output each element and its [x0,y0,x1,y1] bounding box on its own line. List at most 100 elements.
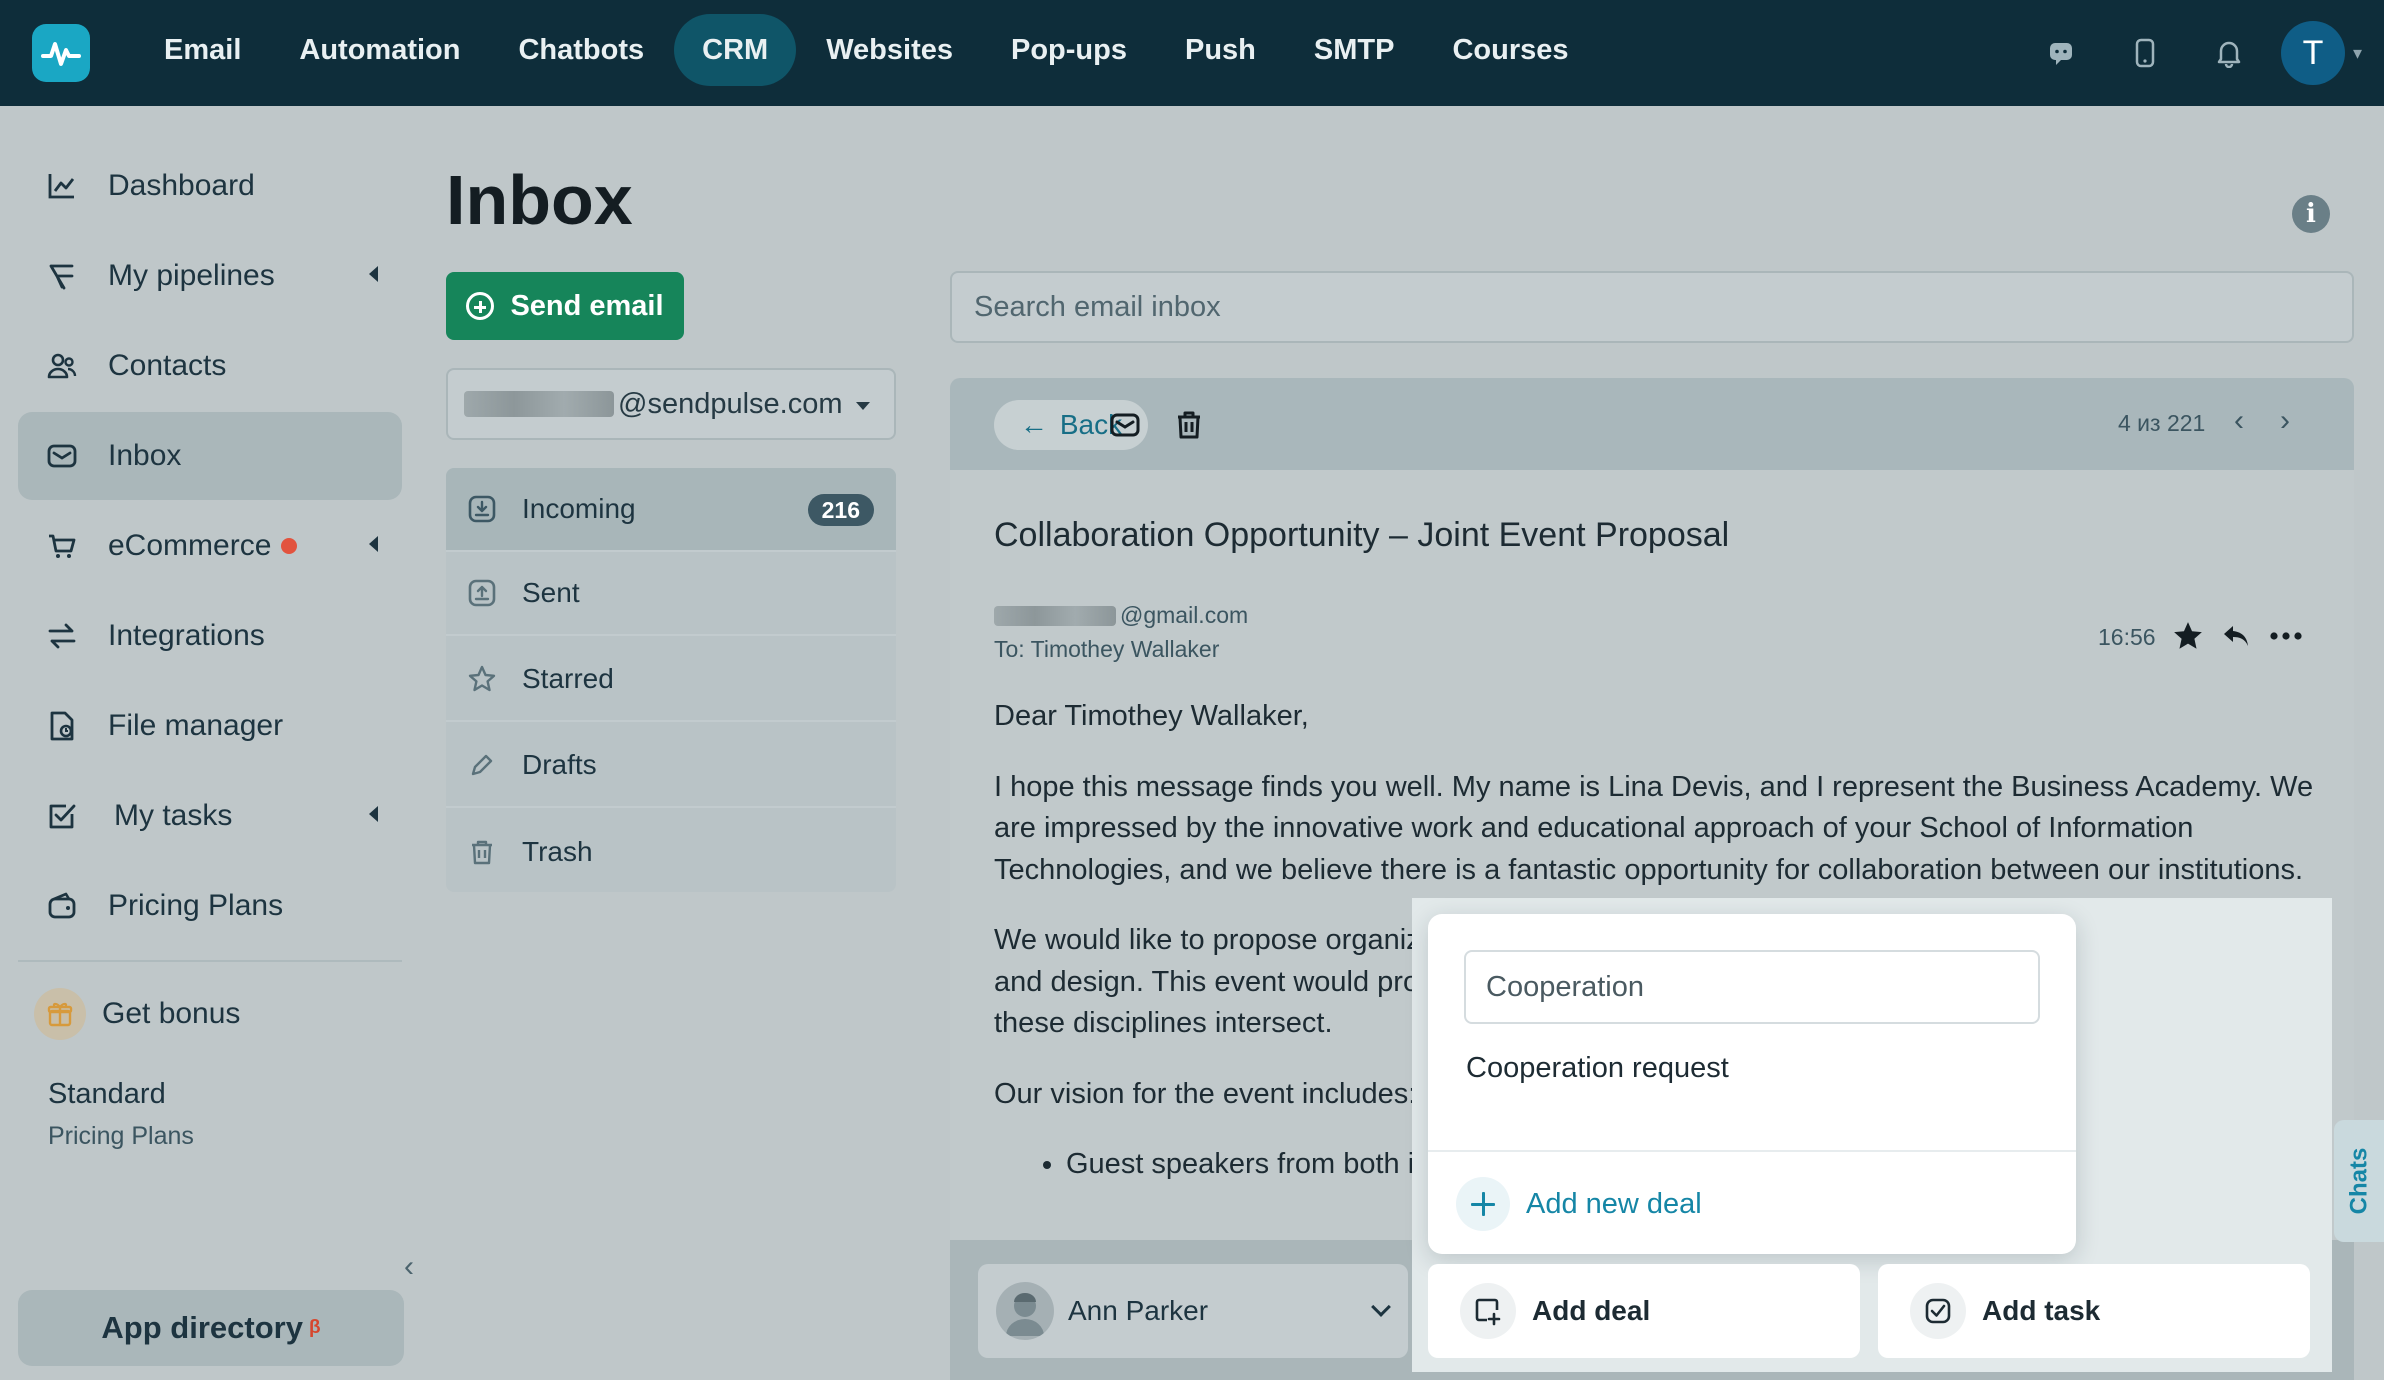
mark-unread-envelope-icon[interactable] [1108,408,1142,442]
chats-label: Chats [2345,1147,2372,1215]
caret-down-icon [856,402,870,410]
sidebar-item-my-pipelines[interactable]: My pipelines [18,232,402,320]
pipeline-icon [44,258,80,294]
sidebar-divider [18,960,402,962]
caret-left-icon [369,266,378,282]
search-input[interactable]: Search email inbox [950,271,2354,343]
gift-icon [34,988,86,1040]
add-task-label: Add task [1982,1295,2101,1326]
star-icon [466,663,498,695]
info-icon[interactable]: i [2292,195,2330,233]
main-nav: Email Automation Chatbots CRM Websites P… [136,14,1599,86]
nav-courses[interactable]: Courses [1424,14,1596,86]
email-time: 16:56 [2098,624,2156,650]
sidebar-item-label: Dashboard [108,169,255,202]
next-chevron-icon[interactable]: › [2280,404,2290,438]
chat-bubble-icon[interactable] [2019,0,2103,106]
folder-label: Starred [522,663,614,694]
email-sender: @gmail.com [994,602,1248,629]
nav-popups[interactable]: Pop-ups [983,14,1155,86]
assignee-select[interactable]: Ann Parker [978,1264,1408,1358]
chevron-down-icon[interactable]: ▾ [2353,43,2362,64]
app-directory-button[interactable]: App directory β [18,1290,404,1366]
folder-label: Sent [522,577,580,608]
folder-trash[interactable]: Trash [446,810,896,894]
sidebar-item-label: My pipelines [108,259,275,292]
arrow-left-icon: ← [1019,409,1048,440]
send-email-button[interactable]: Send email [446,272,684,340]
nav-push[interactable]: Push [1157,14,1284,86]
file-manager-icon [44,708,80,744]
sidebar-item-file-manager[interactable]: File manager [18,682,402,770]
assignee-name: Ann Parker [1068,1295,1209,1326]
deal-option-item[interactable]: Cooperation request [1466,1052,1729,1085]
top-navigation-bar: Email Automation Chatbots CRM Websites P… [0,0,2384,106]
reply-arrow-icon[interactable] [2216,616,2256,656]
sidebar-item-get-bonus[interactable]: Get bonus [18,970,402,1058]
nav-smtp[interactable]: SMTP [1286,14,1423,86]
chart-line-icon [44,168,80,204]
page-title: Inbox [446,161,633,239]
email-greeting: Dear Timothey Wallaker, [994,700,1309,732]
contacts-icon [44,348,80,384]
chevron-down-icon [1371,1297,1391,1317]
sidebar-item-integrations[interactable]: Integrations [18,592,402,680]
add-deal-button[interactable]: Add deal [1428,1264,1860,1358]
add-new-deal-label: Add new deal [1526,1187,1702,1220]
nav-automation[interactable]: Automation [271,14,488,86]
unread-count-badge: 216 [807,494,874,526]
folder-label: Trash [522,836,593,867]
sidebar-item-dashboard[interactable]: Dashboard [18,142,402,230]
folder-label: Drafts [522,749,597,780]
add-deal-icon [1460,1283,1516,1339]
sidebar-item-inbox[interactable]: Inbox [18,412,402,500]
plan-subtitle[interactable]: Pricing Plans [48,1122,194,1151]
folder-starred[interactable]: Starred [446,638,896,722]
collapse-sidebar-chevron-icon[interactable]: ‹ [404,1250,414,1284]
deal-search-popup: Cooperation Cooperation request Add new … [1428,914,2076,1254]
folder-drafts[interactable]: Drafts [446,724,896,808]
sidebar-item-label: My tasks [114,799,233,832]
more-options-icon[interactable] [2266,616,2306,656]
user-avatar[interactable]: T [2280,21,2345,85]
arrows-swap-icon [44,618,80,654]
pencil-icon [466,749,498,781]
sidebar-item-ecommerce[interactable]: eCommerce [18,502,402,590]
sender-email-suffix: @gmail.com [1120,602,1249,628]
nav-websites[interactable]: Websites [798,14,981,86]
delete-trash-icon[interactable] [1172,408,1206,442]
trash-icon [466,836,498,868]
notification-bell-icon[interactable] [2187,0,2271,106]
caret-left-icon [369,536,378,552]
send-email-label: Send email [510,289,664,322]
add-task-button[interactable]: Add task [1878,1264,2310,1358]
folder-incoming[interactable]: Incoming 216 [446,468,896,552]
folder-list: Incoming 216 Sent Starred Drafts Trash [446,468,896,892]
sidebar-item-label: eCommerce [108,529,272,562]
nav-crm[interactable]: CRM [674,14,797,86]
sent-icon [466,577,498,609]
nav-chatbots[interactable]: Chatbots [490,14,672,86]
sidebar-item-contacts[interactable]: Contacts [18,322,402,410]
sidebar-item-label: Pricing Plans [108,889,284,922]
sendpulse-logo-icon[interactable] [32,24,90,82]
star-filled-icon[interactable] [2168,616,2208,656]
email-account-select[interactable]: @sendpulse.com [446,368,896,440]
top-right-icons: T ▾ [2019,0,2384,106]
mobile-phone-icon[interactable] [2103,0,2187,106]
sidebar-item-my-tasks[interactable]: My tasks [18,772,402,860]
sidebar-item-label: Get bonus [102,997,241,1030]
sidebar-item-label: Contacts [108,349,227,382]
incoming-icon [466,493,498,525]
pager-text: 4 из 221 [2118,410,2206,436]
task-check-icon [44,798,80,834]
previous-chevron-icon[interactable]: ‹ [2234,404,2244,438]
deal-search-input[interactable]: Cooperation [1464,950,2040,1024]
nav-email[interactable]: Email [136,14,269,86]
chats-side-tab[interactable]: Chats [2334,1120,2384,1242]
folder-sent[interactable]: Sent [446,552,896,636]
sidebar: Dashboard My pipelines Contacts Inbox eC… [0,106,420,1380]
email-paragraph: I hope this message finds you well. My n… [994,770,2314,886]
add-new-deal-button[interactable]: Add new deal [1456,1174,1702,1234]
sidebar-item-pricing-plans[interactable]: Pricing Plans [18,862,402,950]
